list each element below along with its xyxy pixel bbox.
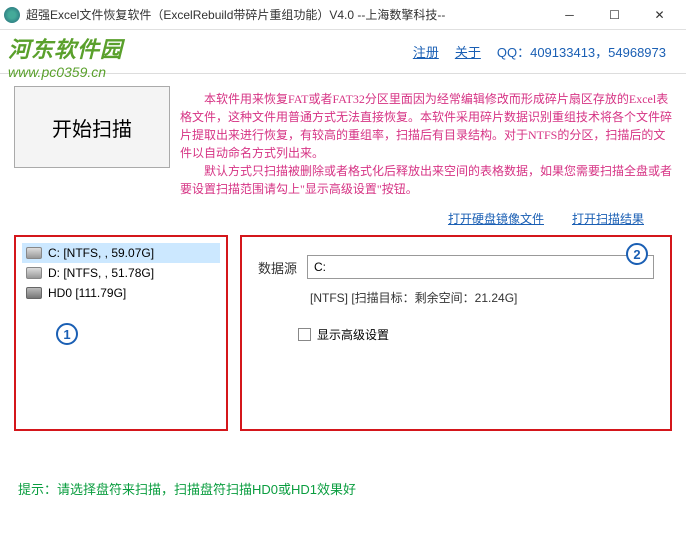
advanced-checkbox-row: 显示高级设置 — [298, 326, 654, 343]
data-source-panel: 数据源 2 [NTFS] [扫描目标：剩余空间：21.24G] 显示高级设置 — [240, 235, 672, 431]
description-p2: 默认方式只扫描被删除或者格式化后释放出来空间的表格数据，如果您需要扫描全盘或者要… — [180, 162, 672, 198]
drive-label: D: [NTFS, , 51.78G] — [48, 266, 154, 280]
watermark-title: 河东软件园 — [8, 32, 123, 64]
drive-item-hd0[interactable]: HD0 [111.79G] — [22, 283, 220, 303]
advanced-checkbox[interactable] — [298, 328, 311, 341]
source-label: 数据源 — [258, 258, 297, 277]
drive-list-panel: C: [NTFS, , 59.07G] D: [NTFS, , 51.78G] … — [14, 235, 228, 431]
watermark: 河东软件园 www.pc0359.cn — [8, 32, 123, 80]
description: 本软件用来恢复FAT或者FAT32分区里面因为经常编辑修改而形成碎片扇区存放的E… — [180, 86, 672, 198]
source-row: 数据源 2 — [258, 255, 654, 279]
drive-item-d[interactable]: D: [NTFS, , 51.78G] — [22, 263, 220, 283]
titlebar: 超强Excel文件恢复软件（ExcelRebuild带碎片重组功能）V4.0 -… — [0, 0, 686, 30]
open-result-link[interactable]: 打开扫描结果 — [572, 210, 644, 227]
source-input[interactable] — [307, 255, 654, 279]
close-button[interactable]: ✕ — [637, 1, 682, 29]
window-title: 超强Excel文件恢复软件（ExcelRebuild带碎片重组功能）V4.0 -… — [26, 6, 547, 23]
watermark-url: www.pc0359.cn — [8, 64, 123, 80]
drive-label: HD0 [111.79G] — [48, 286, 126, 300]
main-area: 开始扫描 本软件用来恢复FAT或者FAT32分区里面因为经常编辑修改而形成碎片扇… — [0, 74, 686, 443]
app-icon — [4, 7, 20, 23]
description-p1: 本软件用来恢复FAT或者FAT32分区里面因为经常编辑修改而形成碎片扇区存放的E… — [180, 90, 672, 162]
about-link[interactable]: 关于 — [455, 42, 481, 61]
register-link[interactable]: 注册 — [413, 42, 439, 61]
drive-icon — [26, 267, 42, 279]
top-section: 开始扫描 本软件用来恢复FAT或者FAT32分区里面因为经常编辑修改而形成碎片扇… — [14, 86, 672, 198]
minimize-button[interactable]: ─ — [547, 1, 592, 29]
qq-info: QQ：409133413，54968973 — [497, 42, 666, 61]
badge-2: 2 — [626, 243, 648, 265]
open-image-link[interactable]: 打开硬盘镜像文件 — [448, 210, 544, 227]
tip-text: 提示：请选择盘符来扫描，扫描盘符扫描HD0或HD1效果好 — [18, 479, 356, 498]
window-controls: ─ ☐ ✕ — [547, 1, 682, 29]
content-row: C: [NTFS, , 59.07G] D: [NTFS, , 51.78G] … — [14, 235, 672, 431]
drive-item-c[interactable]: C: [NTFS, , 59.07G] — [22, 243, 220, 263]
checkbox-label: 显示高级设置 — [317, 326, 389, 343]
action-links: 打开硬盘镜像文件 打开扫描结果 — [14, 204, 672, 235]
harddisk-icon — [26, 287, 42, 299]
drive-icon — [26, 247, 42, 259]
maximize-button[interactable]: ☐ — [592, 1, 637, 29]
start-scan-button[interactable]: 开始扫描 — [14, 86, 170, 168]
drive-label: C: [NTFS, , 59.07G] — [48, 246, 154, 260]
badge-1: 1 — [56, 323, 78, 345]
source-info: [NTFS] [扫描目标：剩余空间：21.24G] — [310, 289, 654, 306]
